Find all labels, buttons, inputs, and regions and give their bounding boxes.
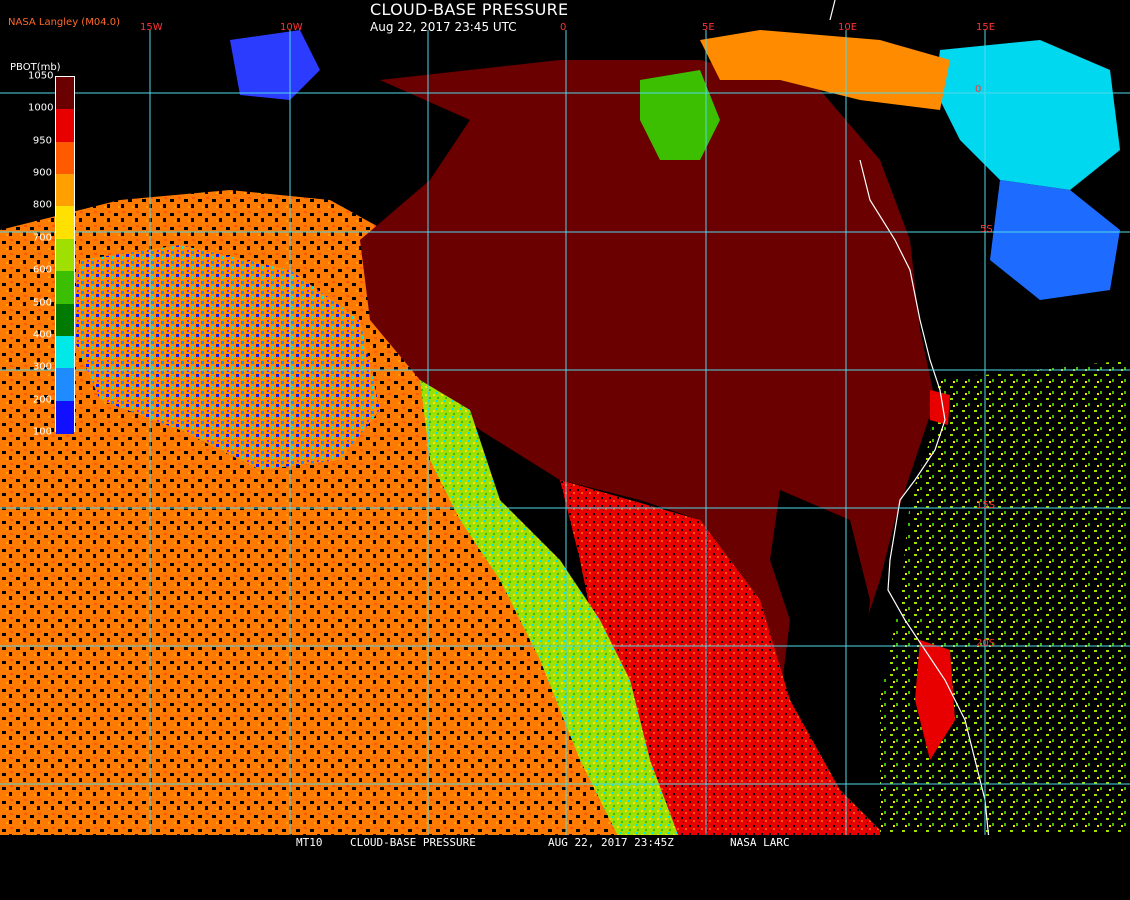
- map-timestamp: Aug 22, 2017 23:45 UTC: [370, 20, 517, 34]
- legend-level-label: 1050: [28, 70, 54, 82]
- legend-swatch: [56, 400, 74, 434]
- legend-swatch: [56, 238, 74, 272]
- producer-label: NASA Langley (M04.0): [8, 17, 120, 28]
- legend-level-label: 950: [32, 135, 52, 147]
- lon-label-5e: 5E: [702, 22, 715, 33]
- lat-label-15s: 15S: [976, 500, 996, 511]
- legend-level-label: 300: [32, 361, 52, 373]
- legend-level-label: 100: [32, 426, 52, 438]
- lat-label-20s: 20S: [976, 638, 996, 649]
- legend-level-label: 500: [32, 297, 52, 309]
- legend-level-label: 900: [32, 167, 52, 179]
- footer-satellite: MT10: [296, 836, 323, 849]
- legend-swatch: [56, 206, 74, 240]
- footer-datetime: AUG 22, 2017 23:45Z: [548, 836, 674, 849]
- red-coastal-patch-north: [930, 390, 950, 425]
- legend-swatch: [56, 77, 74, 110]
- legend-swatch: [56, 303, 74, 337]
- legend-swatch: [56, 174, 74, 208]
- map-title: CLOUD-BASE PRESSURE: [370, 0, 569, 19]
- legend-swatch: [56, 109, 74, 143]
- legend-swatch: [56, 141, 74, 175]
- legend-level-label: 800: [32, 199, 52, 211]
- legend-swatch: [56, 335, 74, 369]
- lon-label-0: 0: [560, 22, 567, 33]
- legend-level-label: 600: [32, 264, 52, 276]
- footer-agency: NASA LARC: [730, 836, 790, 849]
- legend-swatch: [56, 368, 74, 402]
- lon-label-15w: 15W: [140, 22, 163, 33]
- footer-bar: MT10 CLOUD-BASE PRESSURE AUG 22, 2017 23…: [0, 835, 1130, 850]
- lon-label-10w: 10W: [280, 22, 303, 33]
- legend-level-label: 400: [32, 329, 52, 341]
- lon-label-15e: 15E: [976, 22, 996, 33]
- legend-color-bar: [55, 76, 75, 434]
- lon-label-10e: 10E: [838, 22, 858, 33]
- footer-product: CLOUD-BASE PRESSURE: [350, 836, 476, 849]
- color-legend: PBOT(mb) 1050 1000 950 900 800 700 600 500 400 30…: [0, 58, 80, 438]
- legend-level-label: 200: [32, 394, 52, 406]
- cloud-base-pressure-map: [0, 0, 1130, 850]
- legend-level-label: 1000: [28, 102, 54, 114]
- legend-level-label: 700: [32, 232, 52, 244]
- lat-label-5s: 5S: [980, 224, 993, 235]
- legend-swatch: [56, 271, 74, 305]
- lat-label-0: 0: [975, 84, 982, 95]
